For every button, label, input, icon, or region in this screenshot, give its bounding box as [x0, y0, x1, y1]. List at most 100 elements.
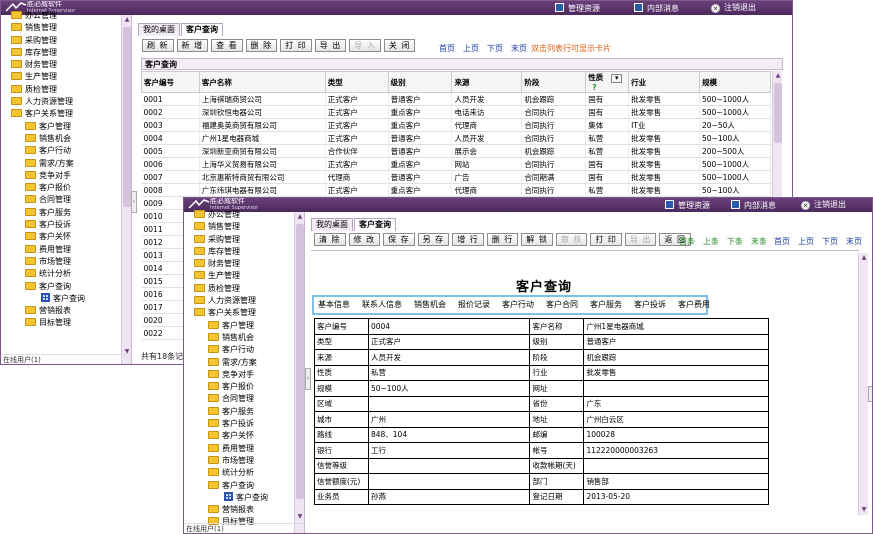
field-value[interactable]: 孙燕	[367, 488, 531, 505]
field-value[interactable]: 机会跟踪	[583, 349, 769, 366]
sidebar-item[interactable]: 客户管理	[186, 320, 293, 332]
toolbar-button[interactable]: 打 印	[590, 233, 622, 246]
table-row[interactable]: 0002 深圳钦恒电器公司 正式客户 重点客户 电话来访 合同执行 国有 批发零售 500~10…	[141, 105, 771, 119]
sidebar-scrollbar[interactable]: ▲ ▼	[294, 212, 304, 533]
field-value[interactable]: 0004	[367, 318, 531, 335]
table-row[interactable]: 0008 广东纬琪电器有限公司 正式客户 重点客户 代理商 合同执行 私营 批发零售 50~10…	[141, 183, 771, 197]
sidebar-item[interactable]: 竞争对手	[3, 170, 120, 182]
first-record-link[interactable]: 首条	[679, 237, 695, 246]
sidebar-item[interactable]: 合同管理	[3, 194, 120, 206]
sidebar-item[interactable]: 质检管理	[3, 84, 120, 96]
logout-button[interactable]: ✕ 注销退出	[801, 200, 846, 210]
detail-tab[interactable]: 基本信息	[318, 297, 350, 313]
table-row[interactable]: 0007 北京惠斯特商贸有限公司 代理商 普通客户 广告 合同期满 国有 批发零售 500~10…	[141, 170, 771, 184]
detail-tab[interactable]: 客户费用	[678, 297, 710, 313]
sidebar-item[interactable]: 办公管理	[186, 209, 293, 221]
field-value[interactable]: 正式客户	[367, 333, 531, 350]
sidebar-item[interactable]: 竞争对手	[186, 369, 293, 381]
tab-customer-query[interactable]: 客户查询	[354, 218, 396, 231]
column-header[interactable]: 规模	[699, 71, 771, 93]
table-row[interactable]: 0005 深圳新亚商贸有限公司 合作伙伴 普通客户 展示会 机会跟踪 私营 批发零售 200~5…	[141, 144, 771, 158]
sidebar-item[interactable]: 客户报价	[3, 182, 120, 194]
detail-scrollbar[interactable]: ▲ ▼	[858, 253, 868, 515]
next-page-link[interactable]: 下页	[487, 44, 503, 53]
tab-my-desktop[interactable]: 我的桌面	[138, 23, 180, 36]
prev-page-link[interactable]: 上页	[463, 44, 479, 53]
sidebar-item[interactable]: 客户查询	[3, 281, 120, 293]
sidebar-item[interactable]: 客户查询	[3, 292, 120, 305]
toolbar-button[interactable]: 关 闭	[383, 39, 416, 52]
sidebar-item[interactable]: 销售管理	[186, 221, 293, 233]
manage-resources-button[interactable]: 管理资源	[555, 3, 600, 14]
field-value[interactable]: 100028	[583, 426, 769, 443]
toolbar-button[interactable]: 查 看	[211, 39, 243, 52]
field-value[interactable]: 人员开发	[367, 349, 531, 366]
detail-tab[interactable]: 报价记录	[458, 297, 490, 313]
sidebar-item[interactable]: 销售机会	[3, 133, 120, 145]
sidebar-item[interactable]: 客户投诉	[186, 418, 293, 430]
toolbar-button[interactable]: 解 锁	[521, 233, 553, 246]
sidebar-item[interactable]: 质检管理	[186, 283, 293, 295]
sidebar-item[interactable]: 销售机会	[186, 332, 293, 344]
field-value[interactable]: 50~100人	[367, 380, 531, 397]
sidebar-item[interactable]: 统计分析	[186, 467, 293, 479]
tab-customer-query[interactable]: 客户查询	[181, 23, 223, 36]
sidebar-item[interactable]: 需求/方案	[3, 158, 120, 170]
sidebar-item[interactable]: 财务管理	[3, 59, 120, 71]
detail-tab[interactable]: 客户行动	[502, 297, 534, 313]
field-value[interactable]: 广州白云区	[583, 411, 769, 428]
sidebar-item[interactable]: 采购管理	[3, 35, 120, 47]
sidebar-item[interactable]: 客户投诉	[3, 219, 120, 231]
prev-record-link[interactable]: 上条	[703, 237, 719, 246]
next-record-link[interactable]: 下条	[727, 237, 743, 246]
internal-messages-button[interactable]: 内部消息	[634, 3, 679, 14]
scroll-up-icon[interactable]: ▲	[296, 213, 304, 221]
sidebar-item[interactable]: 客户服务	[3, 207, 120, 219]
sidebar-collapse-handle[interactable]: ‹	[131, 191, 137, 213]
internal-messages-button[interactable]: 内部消息	[731, 200, 776, 211]
manage-resources-button[interactable]: 管理资源	[665, 200, 710, 211]
field-value[interactable]: 广州	[367, 411, 531, 428]
sidebar-item[interactable]: 客户查询	[186, 480, 293, 492]
detail-tab[interactable]: 销售机会	[414, 297, 446, 313]
prev-page-link[interactable]: 上页	[798, 237, 814, 246]
sidebar-item[interactable]: 人力资源管理	[186, 295, 293, 307]
column-header[interactable]: 客户名称	[198, 71, 326, 93]
sidebar-item[interactable]: 客户关系管理	[186, 307, 293, 319]
field-value[interactable]	[367, 473, 531, 490]
sidebar-item[interactable]: 采购管理	[186, 234, 293, 246]
detail-tab[interactable]: 联系人信息	[362, 297, 402, 313]
filter-dropdown-icon[interactable]: ▾	[611, 74, 623, 83]
sidebar-item[interactable]: 客户行动	[186, 344, 293, 356]
scroll-up-icon[interactable]: ▲	[860, 254, 868, 262]
sidebar-item[interactable]: 营销报表	[186, 504, 293, 516]
field-value[interactable]: 批发零售	[583, 364, 769, 381]
sidebar-item[interactable]: 费用管理	[3, 244, 120, 256]
field-value[interactable]: 销售部	[583, 473, 769, 490]
sidebar-item[interactable]: 库存管理	[3, 47, 120, 59]
sidebar-item[interactable]: 统计分析	[3, 268, 120, 280]
scroll-up-icon[interactable]: ▲	[123, 16, 131, 24]
sidebar-item[interactable]: 生产管理	[3, 71, 120, 83]
detail-tab[interactable]: 客户合同	[546, 297, 578, 313]
sidebar-item[interactable]: 客户关怀	[186, 430, 293, 442]
sidebar-item[interactable]: 人力资源管理	[3, 96, 120, 108]
online-users[interactable]: 在线用户(1)	[1, 354, 131, 364]
column-header[interactable]: 类型	[324, 71, 389, 93]
sidebar-item[interactable]: 销售管理	[3, 22, 120, 34]
last-record-link[interactable]: 末条	[751, 237, 767, 246]
first-page-link[interactable]: 首页	[439, 44, 455, 53]
table-row[interactable]: 0004 广州1星电器商城 正式客户 普通客户 人员开发 合同执行 私营 批发零售 50~100…	[141, 131, 771, 145]
first-page-link[interactable]: 首页	[774, 237, 790, 246]
sidebar-item[interactable]: 目标管理	[3, 317, 120, 329]
field-value[interactable]: 工行	[367, 442, 531, 459]
toolbar-button[interactable]: 修 改	[348, 233, 381, 246]
sidebar-item[interactable]: 库存管理	[186, 246, 293, 258]
field-value[interactable]: 私营	[367, 364, 531, 381]
toolbar-button[interactable]: 删 行	[486, 233, 519, 246]
column-header[interactable]: 阶段	[521, 71, 587, 93]
sidebar-item[interactable]: 客户关系管理	[3, 108, 120, 120]
table-row[interactable]: 0001 上海祺瑞商贸公司 正式客户 普通客户 人员开发 机会跟踪 国有 批发零售 500~10…	[141, 92, 771, 106]
sidebar-item[interactable]: 合同管理	[186, 393, 293, 405]
field-value[interactable]: 普通客户	[583, 333, 769, 350]
